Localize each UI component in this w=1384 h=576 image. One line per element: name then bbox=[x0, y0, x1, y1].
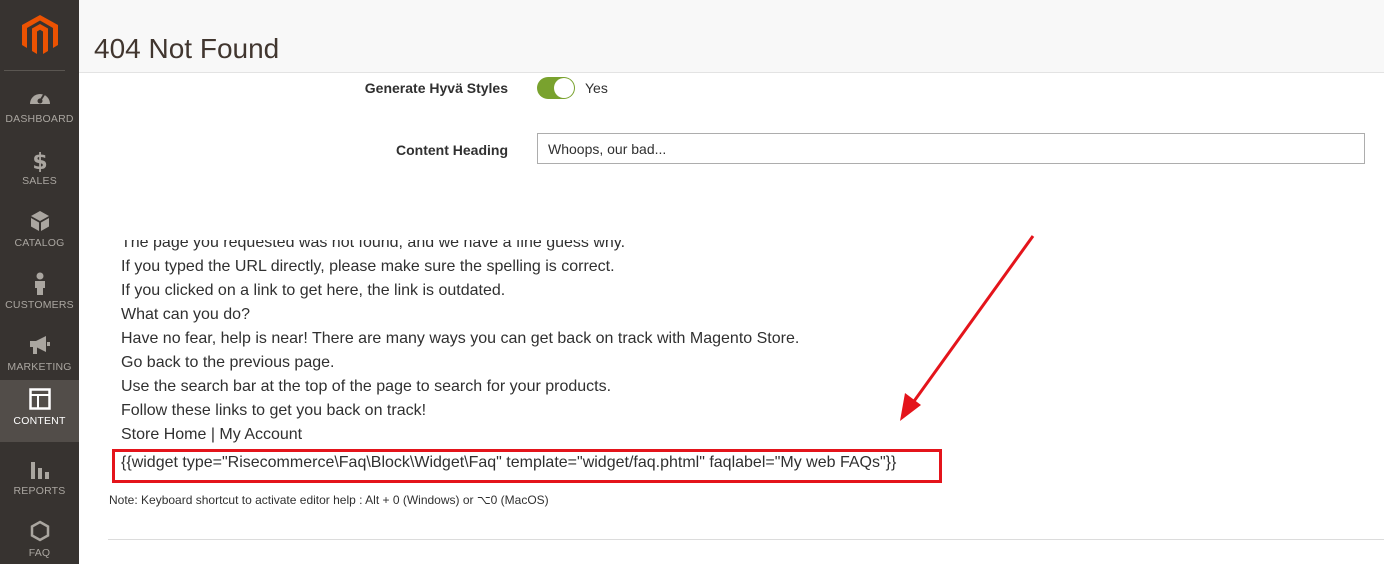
annotation-arrow-icon bbox=[900, 235, 1035, 421]
